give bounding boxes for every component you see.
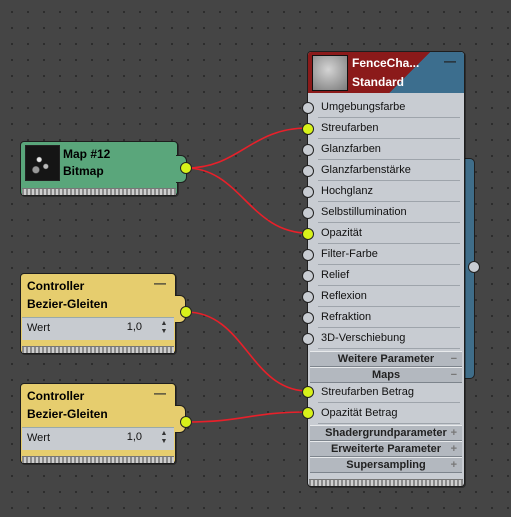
controller-2-param-row: Wert 1,0 ▲ ▼ [22,427,174,450]
slot-3d-verschiebung[interactable]: 3D-Verschiebung [308,328,464,349]
slot-label: Selbstillumination [321,206,407,218]
slot-label: Reflexion [321,290,367,302]
slot-label: Opazität [321,227,362,239]
controller-1-subtitle: Bezier-Gleiten [27,297,108,311]
slot-label: Streufarben [321,122,379,134]
controller-2-param-label: Wert [27,432,51,444]
slot-streufarben[interactable]: Streufarben [308,118,464,139]
socket-refraktion[interactable] [302,312,314,324]
socket-streufarben[interactable] [302,123,314,135]
controller-1-resize-grip[interactable] [22,346,174,353]
slot-opazitaet-betrag[interactable]: Opazität Betrag [308,403,464,424]
socket-opazitaet[interactable] [302,228,314,240]
socket-glanzfarben[interactable] [302,144,314,156]
slot-label: Umgebungsfarbe [321,101,406,113]
controller-1-param-label: Wert [27,322,51,334]
socket-filter-farbe[interactable] [302,249,314,261]
wire-bitmap-to-streufarben[interactable] [185,127,309,169]
slot-label: Hochglanz [321,185,373,197]
controller-2-collapse-icon[interactable]: — [154,386,166,400]
controller-node-1[interactable]: Controller Bezier-Gleiten — Wert 1,0 ▲ ▼ [20,273,176,354]
slot-label: Glanzfarbenstärke [321,164,411,176]
controller-2-subtitle: Bezier-Gleiten [27,407,108,421]
section-weitere-parameter[interactable]: Weitere Parameter − [310,351,462,367]
slot-label: Filter-Farbe [321,248,378,260]
material-thumbnail [312,55,348,91]
controller-2-param-value[interactable]: 1,0 [127,431,142,443]
collapse-icon[interactable]: − [451,352,457,366]
spinner-icon[interactable]: ▲ ▼ [159,430,169,446]
slot-hochglanz[interactable]: Hochglanz [308,181,464,202]
section-label: Weitere Parameter [337,353,435,365]
bitmap-node-subtitle: Bitmap [63,164,104,178]
slot-opazitaet[interactable]: Opazität [308,223,464,244]
bitmap-node-title: Map #12 [63,147,111,161]
expand-icon[interactable]: + [451,442,457,456]
controller-1-param-row: Wert 1,0 ▲ ▼ [22,317,174,340]
slot-umgebungsfarbe[interactable]: Umgebungsfarbe [308,97,464,118]
socket-relief[interactable] [302,270,314,282]
bitmap-output-socket[interactable] [180,162,192,174]
socket-glanzfarbenstaerke[interactable] [302,165,314,177]
slot-label: 3D-Verschiebung [321,332,406,344]
controller-2-output-socket[interactable] [180,416,192,428]
bitmap-thumbnail [25,145,60,181]
slot-glanzfarben[interactable]: Glanzfarben [308,139,464,160]
bitmap-node-resize-grip[interactable] [22,188,176,195]
socket-hochglanz[interactable] [302,186,314,198]
controller-2-resize-grip[interactable] [22,456,174,463]
material-collapse-icon[interactable]: — [444,54,456,68]
expand-icon[interactable]: + [451,426,457,440]
slot-label: Relief [321,269,350,281]
section-shadergrundparameter[interactable]: Shadergrundparameter + [310,425,462,441]
controller-node-2[interactable]: Controller Bezier-Gleiten — Wert 1,0 ▲ ▼ [20,383,176,464]
slot-label: Glanzfarben [321,143,381,155]
wire-controller1-to-streufarben-betrag[interactable] [185,311,309,392]
bitmap-node[interactable]: Map #12 Bitmap [20,141,178,196]
material-node[interactable]: FenceCha... Standard — Umgebungsfarbe St… [307,51,465,487]
section-label: Supersampling [346,459,426,471]
slot-glanzfarbenstaerke[interactable]: Glanzfarbenstärke [308,160,464,181]
slot-label: Streufarben Betrag [321,386,414,398]
material-node-subtitle: Standard [352,75,405,89]
section-label: Erweiterte Parameter [330,443,442,455]
controller-1-title: Controller [27,279,85,293]
material-node-title: FenceCha... [352,56,420,70]
section-label: Maps [371,369,401,381]
controller-2-title: Controller [27,389,85,403]
section-label: Shadergrundparameter [325,427,447,439]
slot-refraktion[interactable]: Refraktion [308,307,464,328]
controller-1-output-socket[interactable] [180,306,192,318]
controller-1-param-value[interactable]: 1,0 [127,321,142,333]
section-supersampling[interactable]: Supersampling + [310,457,462,473]
wire-bitmap-to-opazitaet[interactable] [185,167,309,234]
slot-label: Opazität Betrag [321,407,398,419]
section-maps[interactable]: Maps − [310,367,462,383]
socket-3d-verschiebung[interactable] [302,333,314,345]
material-node-header: FenceCha... Standard — [308,52,464,93]
slot-streufarben-betrag[interactable]: Streufarben Betrag [308,382,464,403]
socket-opazitaet-betrag[interactable] [302,407,314,419]
socket-umgebungsfarbe[interactable] [302,102,314,114]
slot-filter-farbe[interactable]: Filter-Farbe [308,244,464,265]
material-resize-grip[interactable] [309,479,463,486]
controller-1-collapse-icon[interactable]: — [154,276,166,290]
collapse-icon[interactable]: − [451,368,457,382]
spinner-icon[interactable]: ▲ ▼ [159,320,169,336]
slot-reflexion[interactable]: Reflexion [308,286,464,307]
wire-controller2-to-opazitaet-betrag[interactable] [185,411,309,423]
socket-selbstillumination[interactable] [302,207,314,219]
material-output-socket[interactable] [468,261,480,273]
slot-label: Refraktion [321,311,372,323]
socket-reflexion[interactable] [302,291,314,303]
slot-selbstillumination[interactable]: Selbstillumination [308,202,464,223]
slot-relief[interactable]: Relief [308,265,464,286]
section-erweiterte-parameter[interactable]: Erweiterte Parameter + [310,441,462,457]
socket-streufarben-betrag[interactable] [302,386,314,398]
expand-icon[interactable]: + [451,458,457,472]
